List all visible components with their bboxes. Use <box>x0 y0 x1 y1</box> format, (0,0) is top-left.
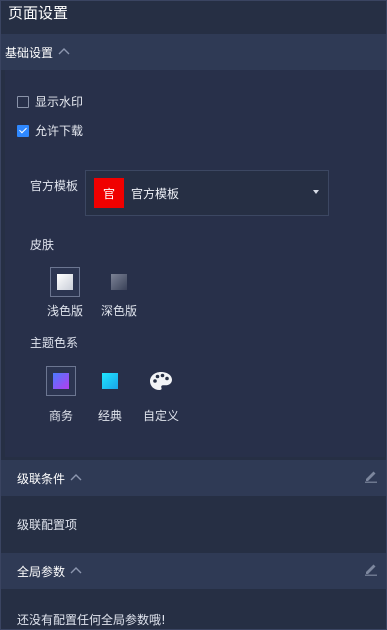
gradient-cyan-swatch-icon <box>102 373 118 389</box>
gradient-purple-swatch-icon <box>53 373 69 389</box>
edit-icon[interactable] <box>364 562 378 576</box>
checkbox-unchecked-icon[interactable] <box>17 95 29 108</box>
skin-light-option[interactable] <box>50 267 80 297</box>
theme-custom-option[interactable] <box>146 366 176 396</box>
theme-custom-label: 自定义 <box>142 409 179 423</box>
chevron-up-icon[interactable] <box>58 47 72 57</box>
cascade-config-item[interactable]: 级联配置项 <box>17 516 77 533</box>
template-value: 官方模板 <box>131 186 180 201</box>
template-select[interactable]: 官 官方模板 <box>85 170 329 216</box>
caret-down-icon[interactable] <box>313 190 319 194</box>
page-title: 页面设置 <box>8 4 69 22</box>
skin-light-label: 浅色版 <box>46 304 83 318</box>
skin-dark-label: 深色版 <box>100 304 137 318</box>
section-title-global: 全局参数 <box>17 564 66 579</box>
template-label: 官方模板 <box>30 179 79 193</box>
edit-icon[interactable] <box>364 469 378 483</box>
template-badge: 官 <box>94 178 124 208</box>
dark-skin-swatch-icon <box>111 274 127 290</box>
section-header-basic[interactable]: 基础设置 <box>1 34 386 70</box>
show-watermark-checkbox[interactable]: 显示水印 <box>17 93 83 110</box>
palette-icon <box>150 372 172 390</box>
global-empty-text: 还没有配置任何全局参数哦! <box>17 613 166 627</box>
allow-download-checkbox[interactable]: 允许下载 <box>17 122 83 139</box>
checkbox-checked-icon[interactable] <box>17 124 29 137</box>
section-title-basic: 基础设置 <box>5 45 54 60</box>
skin-label: 皮肤 <box>30 238 55 252</box>
section-title-cascade: 级联条件 <box>17 471 66 486</box>
allow-download-label: 允许下载 <box>35 124 84 138</box>
chevron-up-icon[interactable] <box>70 473 84 483</box>
chevron-up-icon[interactable] <box>70 566 84 576</box>
theme-business-option[interactable] <box>46 366 76 396</box>
skin-dark-option[interactable] <box>104 267 134 297</box>
theme-label: 主题色系 <box>30 336 79 350</box>
theme-classic-option[interactable] <box>95 366 125 396</box>
section-header-global[interactable]: 全局参数 <box>1 553 386 589</box>
section-header-cascade[interactable]: 级联条件 <box>1 460 386 496</box>
light-skin-swatch-icon <box>57 274 73 290</box>
show-watermark-label: 显示水印 <box>35 95 84 109</box>
